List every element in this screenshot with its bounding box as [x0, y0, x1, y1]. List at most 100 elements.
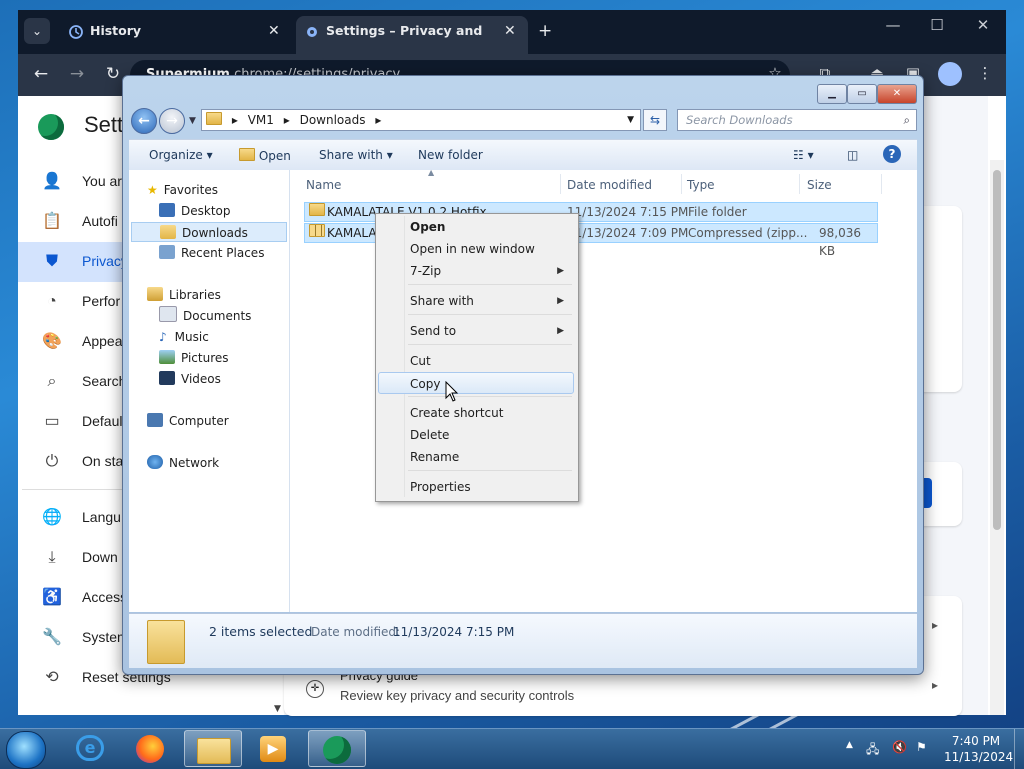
gear-icon [307, 27, 317, 37]
sidebar-item-label: Langu [82, 509, 121, 525]
nav-label: Desktop [181, 204, 231, 218]
column-header-name[interactable]: Name [306, 178, 341, 192]
nav-music[interactable]: ♪ Music [159, 327, 209, 347]
menu-item-delete[interactable]: Delete [378, 424, 574, 446]
column-header-size[interactable]: Size [807, 178, 832, 192]
close-icon[interactable]: ✕ [877, 84, 917, 104]
address-dropdown-icon[interactable]: ▼ [627, 110, 634, 130]
forward-arrow-icon[interactable]: → [66, 64, 88, 84]
menu-item-share-with[interactable]: Share with ▶ [378, 290, 574, 312]
close-icon[interactable]: ✕ [968, 16, 998, 34]
column-header-date[interactable]: Date modified [567, 178, 652, 192]
settings-title: Sett [84, 112, 124, 137]
scrollbar-thumb[interactable] [993, 170, 1001, 530]
forward-arrow-icon[interactable]: → [159, 108, 185, 134]
scrollbar[interactable] [990, 160, 1004, 715]
menu-dots-icon[interactable]: ⋮ [974, 64, 996, 82]
menu-item-7zip[interactable]: 7-Zip ▶ [378, 260, 574, 282]
column-header-type[interactable]: Type [687, 178, 715, 192]
media-player-button[interactable]: ▶ [244, 730, 302, 767]
minimize-icon[interactable]: — [878, 16, 908, 34]
column-divider [881, 174, 882, 194]
menu-item-rename[interactable]: Rename [378, 446, 574, 468]
menu-item-cut[interactable]: Cut [378, 350, 574, 372]
organize-button[interactable]: Organize ▾ [149, 148, 213, 162]
help-icon[interactable]: ? [883, 145, 901, 163]
maximize-icon[interactable]: ▭ [847, 84, 877, 104]
nav-libraries[interactable]: Libraries [147, 285, 221, 305]
back-arrow-icon[interactable]: ← [131, 108, 157, 134]
tab-close-icon[interactable]: ✕ [504, 16, 516, 46]
menu-separator [408, 284, 572, 285]
details-pane: 2 items selected Date modified: 11/13/20… [129, 613, 917, 668]
file-date: 11/13/2024 7:09 PM [567, 226, 689, 240]
nav-favorites[interactable]: ★ Favorites [147, 180, 218, 200]
mouse-cursor-icon [445, 381, 459, 402]
column-divider [560, 174, 561, 194]
tab-close-icon[interactable]: ✕ [268, 16, 280, 46]
volume-muted-icon[interactable]: 🔇 [892, 740, 907, 754]
open-label: Open [258, 149, 291, 163]
internet-explorer-button[interactable]: e [62, 730, 120, 767]
nav-desktop[interactable]: Desktop [159, 201, 231, 221]
folder-icon [197, 738, 231, 764]
menu-item-open-new-window[interactable]: Open in new window [378, 238, 574, 260]
nav-videos[interactable]: Videos [159, 369, 221, 389]
menu-item-properties[interactable]: Properties [378, 476, 574, 498]
scroll-down-icon[interactable]: ▼ [274, 704, 281, 714]
back-arrow-icon[interactable]: ← [30, 64, 52, 84]
view-options-icon[interactable]: ☷ ▾ [793, 148, 814, 162]
clock-time: 7:40 PM [951, 734, 1001, 748]
file-type: Compressed (zipp... [688, 226, 808, 240]
nav-downloads[interactable]: Downloads [131, 222, 287, 242]
show-hidden-icons-button[interactable]: ▲ [846, 740, 853, 750]
menu-label: Copy [410, 377, 441, 391]
file-type: File folder [688, 205, 747, 219]
action-center-flag-icon[interactable]: ⚑ [916, 740, 927, 754]
breadcrumb-item[interactable]: VM1 [248, 113, 274, 127]
menu-separator [408, 344, 572, 345]
nav-label: Documents [183, 309, 252, 323]
sidebar-item-label: Access [82, 589, 128, 605]
breadcrumb-item[interactable]: Downloads [300, 113, 366, 127]
supermium-button[interactable] [308, 730, 366, 767]
new-folder-button[interactable]: New folder [418, 148, 483, 162]
maximize-icon[interactable]: ☐ [922, 16, 952, 34]
network-tray-icon[interactable]: 🖧 [866, 740, 879, 761]
breadcrumb[interactable]: ▸ VM1 ▸ Downloads ▸ ▼ [201, 109, 641, 131]
menu-label: Cut [410, 354, 431, 368]
menu-item-open[interactable]: Open [378, 216, 574, 238]
menu-label: Rename [410, 450, 460, 464]
nav-recent-places[interactable]: Recent Places [159, 243, 264, 263]
tab-history[interactable]: History ✕ [60, 16, 290, 54]
preview-pane-icon[interactable]: ◫ [847, 148, 858, 162]
refresh-icon[interactable]: ⇆ [643, 109, 667, 131]
open-button[interactable]: Open [239, 148, 291, 163]
start-button[interactable] [6, 731, 46, 769]
reload-icon[interactable]: ↻ [102, 64, 124, 84]
search-input[interactable]: Search Downloads ⌕ [677, 109, 917, 131]
file-explorer-button[interactable] [184, 730, 242, 767]
tab-settings[interactable]: Settings – Privacy and security ✕ [296, 16, 528, 68]
tab-search-button[interactable]: ⌄ [24, 18, 50, 44]
menu-item-create-shortcut[interactable]: Create shortcut [378, 402, 574, 424]
show-desktop-button[interactable] [1014, 729, 1024, 769]
share-with-button[interactable]: Share with ▾ [319, 148, 393, 162]
nav-pictures[interactable]: Pictures [159, 348, 229, 368]
clock[interactable]: 7:40 PM 11/13/2024 [944, 733, 1013, 765]
menu-item-send-to[interactable]: Send to ▶ [378, 320, 574, 342]
menu-label: Open [410, 220, 446, 234]
history-dropdown-icon[interactable]: ▼ [189, 116, 196, 126]
menu-item-copy[interactable]: Copy [378, 372, 574, 394]
nav-computer[interactable]: Computer [147, 411, 229, 431]
profile-avatar[interactable] [938, 62, 962, 86]
internet-explorer-icon: e [76, 735, 104, 761]
minimize-icon[interactable]: ▁ [817, 84, 847, 104]
menu-separator [408, 314, 572, 315]
firefox-icon [136, 735, 164, 763]
star-icon: ★ [147, 183, 158, 197]
firefox-button[interactable] [122, 730, 180, 767]
nav-network[interactable]: Network [147, 453, 219, 473]
nav-documents[interactable]: Documents [159, 306, 251, 326]
new-tab-button[interactable]: + [538, 16, 558, 54]
